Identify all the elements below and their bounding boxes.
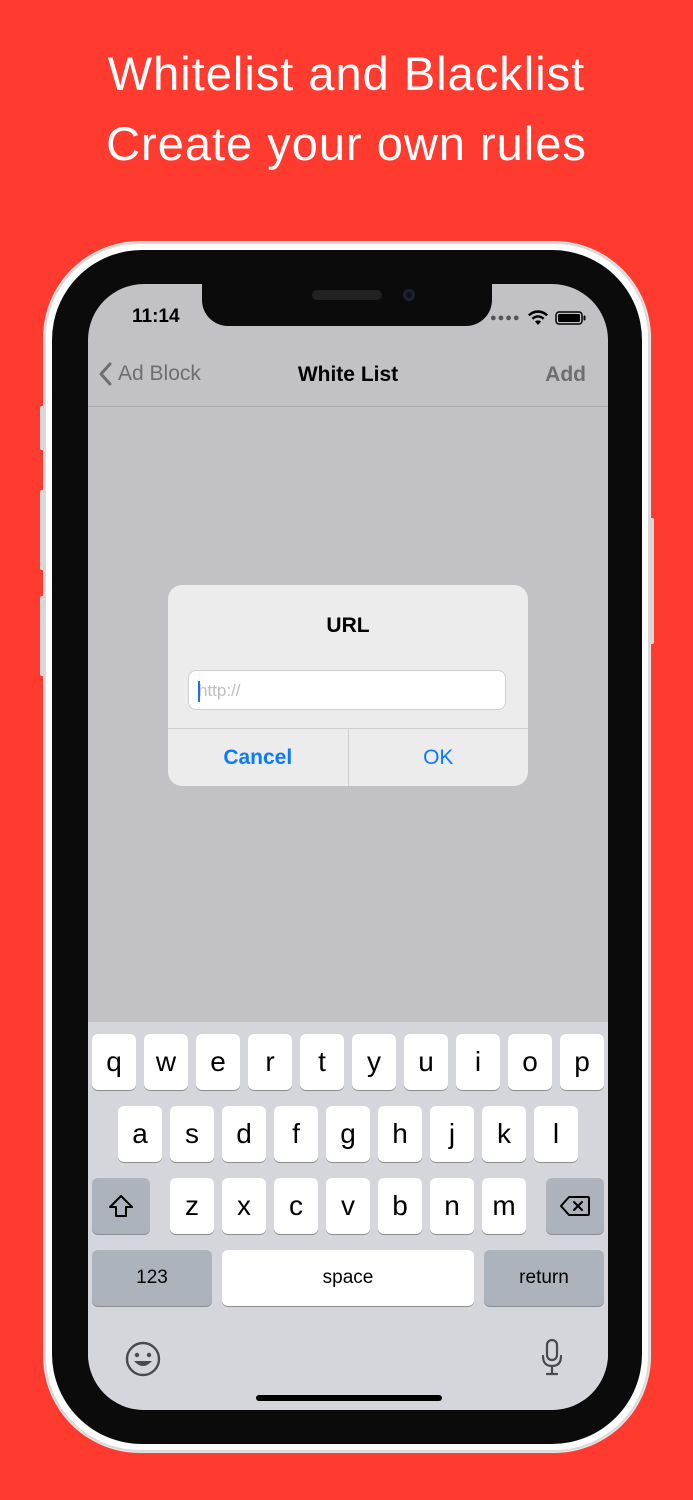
phone-screen: 11:14 ●●●● Ad Block White List Add URL h… (88, 284, 608, 1410)
key-r[interactable]: r (248, 1034, 292, 1090)
key-u[interactable]: u (404, 1034, 448, 1090)
key-v[interactable]: v (326, 1178, 370, 1234)
key-d[interactable]: d (222, 1106, 266, 1162)
text-cursor (198, 681, 200, 702)
key-p[interactable]: p (560, 1034, 604, 1090)
phone-mute-switch (40, 406, 46, 450)
navigation-bar: Ad Block White List Add (88, 346, 608, 407)
microphone-icon[interactable] (540, 1338, 564, 1378)
shift-icon (109, 1195, 133, 1217)
key-b[interactable]: b (378, 1178, 422, 1234)
keyboard: q w e r t y u i o p a s d f g h j k l z … (88, 1022, 608, 1410)
key-t[interactable]: t (300, 1034, 344, 1090)
alert-button-row: Cancel OK (168, 728, 528, 786)
phone-volume-up (40, 490, 46, 570)
front-camera (403, 289, 415, 301)
status-time: 11:14 (132, 306, 180, 327)
battery-icon (554, 311, 586, 325)
delete-key[interactable] (546, 1178, 604, 1234)
key-q[interactable]: q (92, 1034, 136, 1090)
key-w[interactable]: w (144, 1034, 188, 1090)
promo-headline-line2: Create your own rules (106, 117, 587, 170)
url-input[interactable]: http:// (188, 670, 506, 710)
home-indicator (256, 1395, 442, 1401)
key-l[interactable]: l (534, 1106, 578, 1162)
emoji-icon[interactable] (124, 1340, 162, 1378)
signal-dots-icon: ●●●● (490, 312, 521, 324)
key-n[interactable]: n (430, 1178, 474, 1234)
ok-button[interactable]: OK (349, 729, 529, 786)
key-m[interactable]: m (482, 1178, 526, 1234)
key-c[interactable]: c (274, 1178, 318, 1234)
url-input-placeholder: http:// (198, 681, 241, 700)
key-f[interactable]: f (274, 1106, 318, 1162)
space-key[interactable]: space (222, 1250, 474, 1306)
url-alert-dialog: URL http:// Cancel OK (168, 585, 528, 786)
key-h[interactable]: h (378, 1106, 422, 1162)
status-indicators: ●●●● (490, 308, 587, 328)
promo-headline-line1: Whitelist and Blacklist (107, 47, 586, 100)
key-i[interactable]: i (456, 1034, 500, 1090)
cancel-button[interactable]: Cancel (168, 729, 349, 786)
phone-power-button (648, 518, 654, 644)
key-g[interactable]: g (326, 1106, 370, 1162)
key-x[interactable]: x (222, 1178, 266, 1234)
key-y[interactable]: y (352, 1034, 396, 1090)
page-title: White List (297, 363, 399, 386)
notch (202, 284, 492, 326)
shift-key[interactable] (92, 1178, 150, 1234)
wifi-icon (527, 310, 548, 325)
key-k[interactable]: k (482, 1106, 526, 1162)
numbers-key[interactable]: 123 (92, 1250, 212, 1306)
return-key[interactable]: return (484, 1250, 604, 1306)
add-button[interactable]: Add (545, 363, 586, 387)
delete-icon (560, 1196, 590, 1216)
key-s[interactable]: s (170, 1106, 214, 1162)
speaker-grille (312, 290, 382, 300)
alert-title: URL (326, 614, 370, 637)
key-j[interactable]: j (430, 1106, 474, 1162)
key-z[interactable]: z (170, 1178, 214, 1234)
phone-volume-down (40, 596, 46, 676)
key-e[interactable]: e (196, 1034, 240, 1090)
key-a[interactable]: a (118, 1106, 162, 1162)
key-o[interactable]: o (508, 1034, 552, 1090)
